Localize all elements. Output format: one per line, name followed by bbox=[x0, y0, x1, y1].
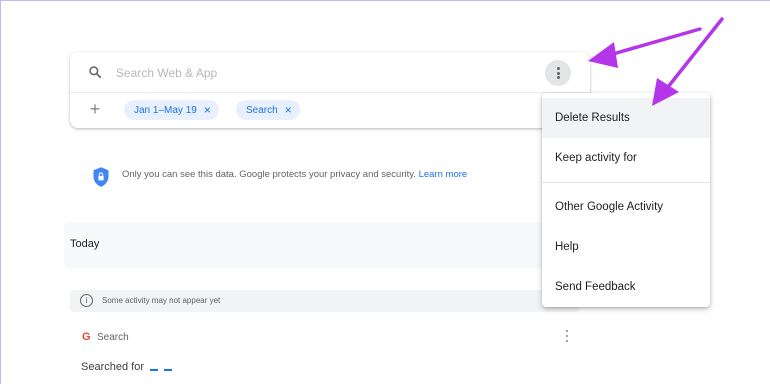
search-icon[interactable] bbox=[88, 65, 102, 79]
plus-icon: + bbox=[89, 99, 101, 119]
privacy-notice: Only you can see this data. Google prote… bbox=[122, 169, 467, 180]
chip-label: Search bbox=[246, 104, 278, 116]
item-more-icon[interactable] bbox=[566, 330, 569, 343]
filter-chip-search[interactable]: Search × bbox=[236, 100, 300, 120]
menu-item-send-feedback[interactable]: Send Feedback bbox=[542, 267, 710, 307]
close-icon[interactable]: × bbox=[285, 104, 292, 116]
filter-chip-date[interactable]: Jan 1–May 19 × bbox=[124, 100, 219, 120]
learn-more-link[interactable]: Learn more bbox=[419, 169, 468, 180]
search-card: + Jan 1–May 19 × Search × bbox=[70, 52, 590, 128]
menu-item-help[interactable]: Help bbox=[542, 227, 710, 267]
more-vertical-icon bbox=[556, 67, 560, 79]
menu-divider bbox=[542, 182, 710, 183]
privacy-text: Only you can see this data. Google prote… bbox=[122, 169, 416, 180]
query-link[interactable] bbox=[149, 369, 158, 371]
google-icon: G bbox=[82, 331, 91, 343]
search-row bbox=[70, 52, 590, 92]
info-icon: i bbox=[80, 294, 93, 307]
close-icon[interactable]: × bbox=[204, 104, 211, 116]
activity-action-text: Searched for bbox=[81, 361, 144, 373]
filter-row: + Jan 1–May 19 × Search × bbox=[70, 93, 590, 128]
menu-item-delete-results[interactable]: Delete Results bbox=[542, 98, 710, 138]
menu-item-other-activity[interactable]: Other Google Activity bbox=[542, 187, 710, 227]
menu-item-keep-activity[interactable]: Keep activity for bbox=[542, 138, 710, 178]
today-header-band bbox=[64, 222, 544, 268]
activity-product[interactable]: Search bbox=[97, 332, 129, 343]
activity-notice-text: Some activity may not appear yet bbox=[102, 296, 221, 305]
shield-icon bbox=[93, 167, 109, 187]
add-filter-button[interactable]: + bbox=[86, 100, 104, 118]
more-options-menu: Delete Results Keep activity for Other G… bbox=[542, 93, 710, 307]
query-link[interactable] bbox=[163, 369, 172, 371]
section-title: Today bbox=[70, 238, 100, 250]
search-input[interactable] bbox=[116, 62, 536, 84]
chip-label: Jan 1–May 19 bbox=[134, 104, 197, 116]
activity-action: Searched for bbox=[81, 361, 172, 373]
more-options-button[interactable] bbox=[545, 60, 571, 86]
